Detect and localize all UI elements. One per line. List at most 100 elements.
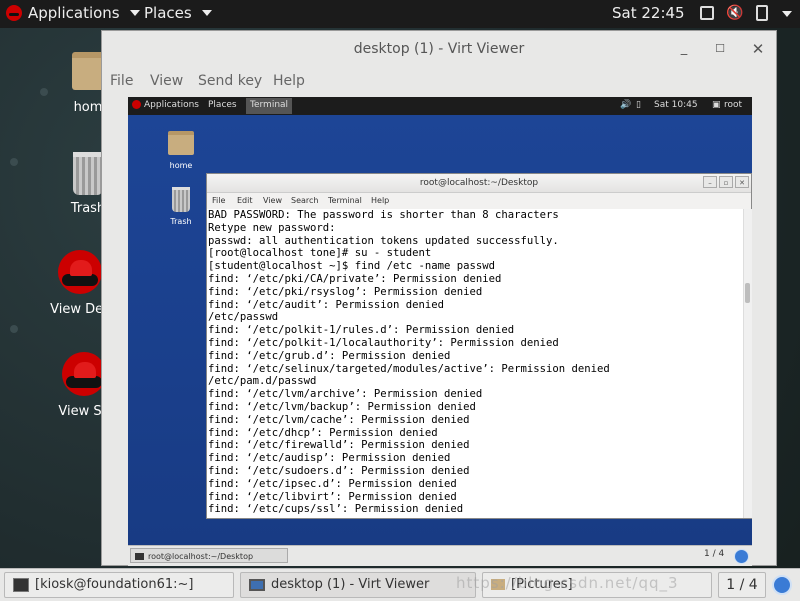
redhat-logo-icon [58, 250, 102, 294]
watermark: https://blog.csdn.net/qq_3 [456, 574, 679, 592]
taskbar-item-terminal[interactable]: [kiosk@foundation61:~] [4, 572, 234, 598]
guest-screen[interactable]: Applications Places Terminal 🔊 ▯ Sat 10:… [128, 97, 752, 566]
desktop-decoration [10, 158, 18, 166]
places-label: Places [144, 4, 192, 22]
desktop-decoration [40, 88, 48, 96]
guest-home-label: home [169, 161, 193, 170]
close-icon[interactable]: ✕ [735, 176, 749, 188]
terminal-text: BAD PASSWORD: The password is shorter th… [207, 209, 743, 516]
terminal-line: find: ‘/etc/audisp’: Permission denied [208, 452, 451, 465]
menu-send-key[interactable]: Send key [198, 73, 262, 89]
terminal-output[interactable]: BAD PASSWORD: The password is shorter th… [207, 209, 743, 518]
clock-label: Sat 22:45 [612, 4, 685, 22]
terminal-icon [135, 553, 144, 560]
terminal-line: find: ‘/etc/sudoers.d’: Permission denie… [208, 464, 470, 477]
terminal-line: find: ‘/etc/libvirt’: Permission denied [208, 490, 457, 503]
guest-desktop-icon-home[interactable]: home [164, 131, 198, 170]
monitor-icon [249, 578, 265, 591]
terminal-menu-file[interactable]: File [212, 196, 225, 205]
terminal-line: find: ‘/etc/firewalld’: Permission denie… [208, 439, 470, 452]
terminal-line: /etc/pam.d/passwd [208, 375, 317, 388]
guest-desktop-icon-trash[interactable]: Trash [164, 187, 198, 226]
chevron-down-icon [201, 10, 212, 16]
guest-workspace-indicator[interactable]: 1 / 4 [704, 549, 724, 559]
terminal-title: root@localhost:~/Desktop [207, 174, 751, 193]
maximize-icon[interactable]: ▫ [719, 176, 733, 188]
menu-view[interactable]: View [150, 73, 183, 89]
home-folder-icon [168, 131, 194, 155]
close-icon[interactable]: ✕ [748, 39, 768, 59]
taskbar-viewer-label: desktop (1) - Virt Viewer [271, 577, 430, 592]
terminal-line: find: ‘/etc/pki/CA/private’: Permission … [208, 272, 502, 285]
terminal-line: find: ‘/etc/audit’: Permission denied [208, 298, 444, 311]
minimize-icon[interactable]: – [703, 176, 717, 188]
terminal-line: /etc/passwd [208, 311, 279, 324]
redhat-logo-icon [132, 100, 141, 109]
trash-icon [172, 187, 190, 212]
volume-muted-icon[interactable]: 🔇 [726, 5, 743, 21]
places-menu[interactable]: Places [144, 4, 212, 22]
terminal-window: root@localhost:~/Desktop – ▫ ✕ File Edit… [206, 173, 752, 519]
applications-menu[interactable]: Applications [6, 4, 140, 22]
guest-user-menu[interactable]: root [724, 100, 742, 110]
terminal-line: find: ‘/etc/selinux/targeted/modules/act… [208, 362, 610, 375]
terminal-line: find: ‘/etc/grub.d’: Permission denied [208, 349, 451, 362]
terminal-line: find: ‘/etc/cups/ssl’: Permission denied [208, 503, 464, 516]
battery-icon[interactable] [756, 5, 768, 21]
guest-workspace-icon[interactable] [734, 549, 749, 564]
menu-file[interactable]: File [110, 73, 133, 89]
guest-terminal-menu[interactable]: Terminal [246, 98, 293, 114]
workspace-switcher-icon[interactable] [772, 575, 792, 595]
host-taskbar: [kiosk@foundation61:~] desktop (1) - Vir… [0, 568, 800, 601]
minimize-icon[interactable]: _ [674, 39, 694, 59]
terminal-icon [13, 577, 29, 592]
terminal-menu-search[interactable]: Search [291, 196, 318, 205]
terminal-menu-view[interactable]: View [263, 196, 282, 205]
volume-icon[interactable]: 🔊 [620, 100, 631, 110]
menu-help[interactable]: Help [273, 73, 305, 89]
guest-task-terminal[interactable]: root@localhost:~/Desktop [130, 548, 288, 563]
terminal-line: BAD PASSWORD: The password is shorter th… [208, 209, 559, 221]
terminal-menu-terminal[interactable]: Terminal [328, 196, 362, 205]
trash-icon [73, 152, 103, 195]
terminal-line: find: ‘/etc/lvm/backup’: Permission deni… [208, 400, 476, 413]
user-icon[interactable]: ▣ [712, 100, 721, 110]
guest-desktop: home Trash root@localhost:~/Desktop – ▫ … [128, 115, 752, 545]
terminal-line: [root@localhost tone]# su - student [208, 247, 432, 260]
terminal-line: find: ‘/etc/lvm/archive’: Permission den… [208, 388, 483, 401]
terminal-line: passwd: all authentication tokens update… [208, 234, 559, 247]
chevron-down-icon [129, 10, 140, 16]
terminal-scrollbar[interactable] [743, 209, 752, 518]
redhat-logo-icon [62, 352, 106, 396]
redhat-logo-icon [6, 5, 22, 21]
guest-top-bar: Applications Places Terminal 🔊 ▯ Sat 10:… [128, 97, 752, 115]
host-top-bar: Applications Places Sat 22:45 🔇 [0, 0, 800, 28]
terminal-line: find: ‘/etc/ipsec.d’: Permission denied [208, 477, 457, 490]
guest-trash-label: Trash [170, 217, 192, 226]
guest-clock[interactable]: Sat 10:45 [654, 100, 698, 110]
terminal-menu-edit[interactable]: Edit [237, 196, 253, 205]
guest-task-label: root@localhost:~/Desktop [148, 552, 254, 561]
clock[interactable]: Sat 22:45 [612, 4, 685, 22]
battery-icon[interactable]: ▯ [636, 100, 641, 110]
maximize-icon[interactable]: ☐ [710, 39, 730, 59]
virt-viewer-window: desktop (1) - Virt Viewer _ ☐ ✕ File Vie… [101, 30, 777, 566]
terminal-line: [student@localhost ~]$ find /etc -name p… [208, 260, 496, 273]
terminal-line: find: ‘/etc/polkit-1/rules.d’: Permissio… [208, 324, 515, 337]
terminal-line: Retype new password: [208, 221, 336, 234]
terminal-line: find: ‘/etc/pki/rsyslog’: Permission den… [208, 285, 483, 298]
window-overview-icon[interactable] [700, 6, 714, 20]
scrollbar-thumb[interactable] [745, 283, 750, 303]
terminal-line: find: ‘/etc/dhcp’: Permission denied [208, 426, 438, 439]
taskbar-item-virt-viewer[interactable]: desktop (1) - Virt Viewer [240, 572, 476, 598]
terminal-menu-help[interactable]: Help [371, 196, 389, 205]
terminal-line: find: ‘/etc/polkit-1/localauthority’: Pe… [208, 336, 559, 349]
desktop-decoration [10, 325, 18, 333]
guest-bottom-bar: root@localhost:~/Desktop 1 / 4 [128, 545, 752, 566]
guest-applications-menu[interactable]: Applications [144, 100, 199, 110]
guest-places-menu[interactable]: Places [208, 100, 237, 110]
applications-label: Applications [28, 4, 120, 22]
taskbar-terminal-label: [kiosk@foundation61:~] [35, 577, 194, 592]
system-menu-chevron-icon[interactable] [782, 11, 792, 17]
workspace-indicator[interactable]: 1 / 4 [718, 572, 766, 598]
